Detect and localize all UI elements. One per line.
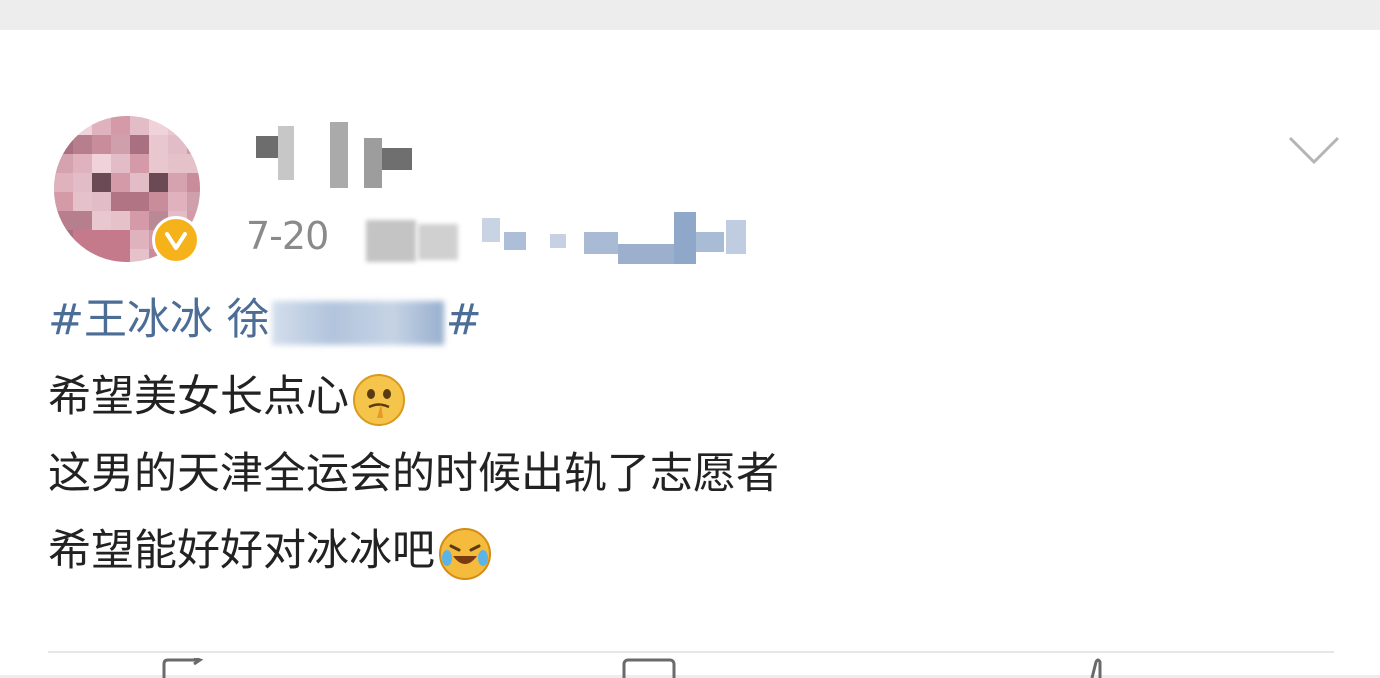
post-line-text: 希望能好好对冰冰吧 [48, 526, 435, 576]
comment-icon[interactable] [622, 658, 676, 678]
like-icon[interactable] [1086, 658, 1106, 678]
post-source-blurred [362, 210, 762, 266]
laughing-crying-face-icon [439, 527, 491, 580]
post-line-text: 希望美女长点心 [48, 372, 349, 422]
post-line-2: 这男的天津全运会的时候出轨了志愿者 [48, 449, 779, 499]
post-body: #王冰冰 徐 # 希望美女长点心 这男的天津全运会的时候出轨了志愿者 希望能好好对… [48, 282, 779, 590]
thinking-face-icon [353, 373, 405, 426]
verified-v-icon [152, 216, 200, 264]
topic-blurred-part [271, 300, 444, 345]
weibo-post-card: 7-20 #王冰冰 徐 # 希望美女长点心 这男的天津全运会的时候出轨了志愿者 … [0, 30, 1380, 675]
author-name-blurred[interactable] [252, 122, 432, 192]
repost-icon[interactable] [160, 658, 206, 678]
chevron-down-icon[interactable] [1286, 130, 1342, 170]
topic-hashtag[interactable]: #王冰冰 徐 # [48, 282, 779, 359]
post-time: 7-20 [246, 214, 329, 258]
divider [48, 651, 1334, 653]
topic-text: #王冰冰 徐 [48, 295, 270, 345]
topic-suffix: # [445, 295, 482, 345]
post-line-3: 希望能好好对冰冰吧 [48, 513, 779, 590]
post-line-1: 希望美女长点心 [48, 359, 779, 436]
